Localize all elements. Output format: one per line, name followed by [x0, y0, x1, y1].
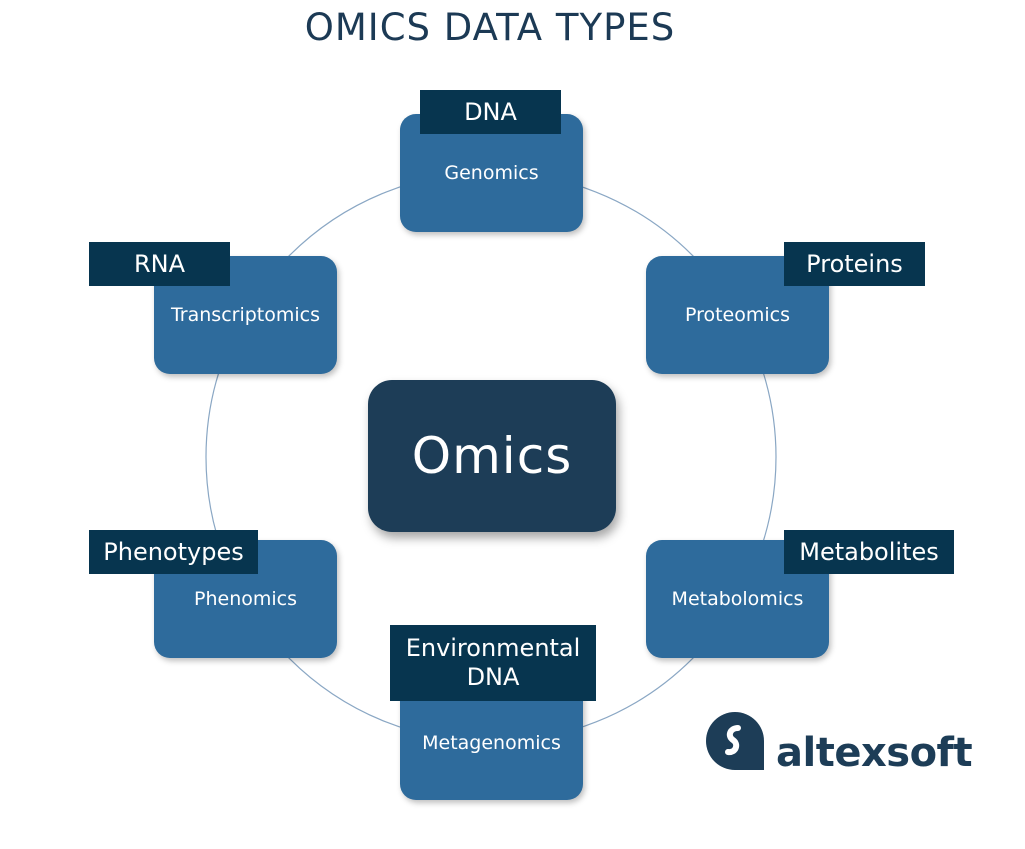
tag-environmental-dna: Environmental DNA — [390, 625, 596, 701]
tag-rna: RNA — [89, 242, 230, 286]
tag-phenotypes: Phenotypes — [89, 530, 258, 574]
node-phenomics-label: Phenomics — [194, 588, 297, 610]
altexsoft-logo-icon — [706, 712, 764, 770]
node-genomics-label: Genomics — [444, 162, 539, 184]
node-metabolomics-label: Metabolomics — [671, 588, 804, 610]
altexsoft-logo-text: altexsoft — [776, 730, 973, 776]
node-metagenomics-label: Metagenomics — [422, 732, 561, 754]
node-proteomics-label: Proteomics — [684, 304, 791, 326]
center-node: Omics — [368, 380, 616, 532]
tag-proteins: Proteins — [784, 242, 925, 286]
tag-metabolites: Metabolites — [784, 530, 954, 574]
tag-dna: DNA — [420, 90, 561, 134]
node-transcriptomics-label: Transcriptomics — [170, 304, 320, 326]
